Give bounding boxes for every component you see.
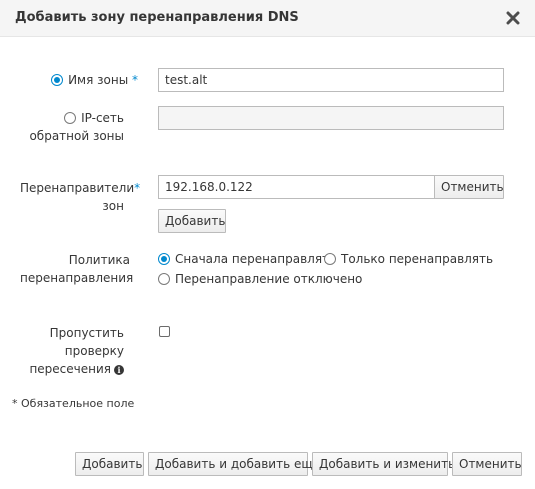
policy-option-first[interactable]: Сначала перенаправлять [158, 251, 336, 267]
reverse-ip-input [158, 106, 504, 130]
reverse-ip-radio-button[interactable] [64, 112, 77, 124]
zone-name-label: Имя зоны [68, 73, 129, 87]
policy-disabled-radio-button[interactable] [158, 273, 170, 285]
policy-label-line1: Политика [68, 253, 130, 267]
policy-disabled-label: Перенаправление отключено [175, 272, 363, 286]
required-mark: * [132, 73, 138, 87]
forwarders-required-mark: * [134, 181, 141, 195]
policy-first-label: Сначала перенаправлять [175, 252, 337, 266]
skip-overlap-label: Пропустить проверку пересечения i [20, 324, 124, 378]
add-and-add-another-button[interactable]: Добавить и добавить ещё [148, 452, 320, 476]
policy-only-label: Только перенаправлять [341, 252, 494, 266]
zone-name-radio-button[interactable] [51, 74, 64, 86]
forwarders-label-line2: зон [102, 199, 124, 213]
skip-overlap-label-line3: пересечения [29, 362, 111, 376]
reverse-ip-label-line2: обратной зоны [29, 129, 124, 143]
zone-name-input[interactable]: test.alt [158, 68, 504, 92]
add-forwarder-button[interactable]: Добавить [158, 209, 226, 233]
policy-option-disabled[interactable]: Перенаправление отключено [158, 271, 362, 287]
close-icon[interactable] [505, 10, 521, 26]
policy-label-line2: перенаправления [20, 271, 134, 285]
required-field-note: * Обязательное поле [12, 397, 135, 410]
forwarders-label-line1: Перенаправители [20, 181, 135, 195]
info-icon[interactable]: i [114, 365, 124, 375]
reverse-ip-radio[interactable]: IP-сеть обратной зоны [20, 109, 124, 145]
skip-overlap-label-line1: Пропустить [49, 326, 124, 340]
zone-name-radio[interactable]: Имя зоны * [48, 71, 138, 89]
forwarders-label: Перенаправители* зон [20, 179, 140, 215]
add-button[interactable]: Добавить [75, 452, 144, 476]
skip-overlap-label-line2: проверку [64, 344, 124, 358]
undo-forwarder-button[interactable]: Отменить [434, 175, 504, 199]
dialog-title: Добавить зону перенаправления DNS [15, 10, 299, 25]
forwarder-ip-input[interactable]: 192.168.0.122 [158, 175, 435, 199]
cancel-button[interactable]: Отменить [452, 452, 522, 476]
policy-first-radio-button[interactable] [158, 253, 170, 265]
policy-label: Политика перенаправления [20, 251, 134, 287]
policy-option-only[interactable]: Только перенаправлять [324, 251, 493, 267]
skip-overlap-checkbox[interactable] [159, 326, 170, 337]
dialog-header: Добавить зону перенаправления DNS [0, 0, 535, 37]
policy-only-radio-button[interactable] [324, 253, 336, 265]
reverse-ip-label-line1: IP-сеть [81, 111, 124, 125]
add-and-edit-button[interactable]: Добавить и изменить [312, 452, 455, 476]
